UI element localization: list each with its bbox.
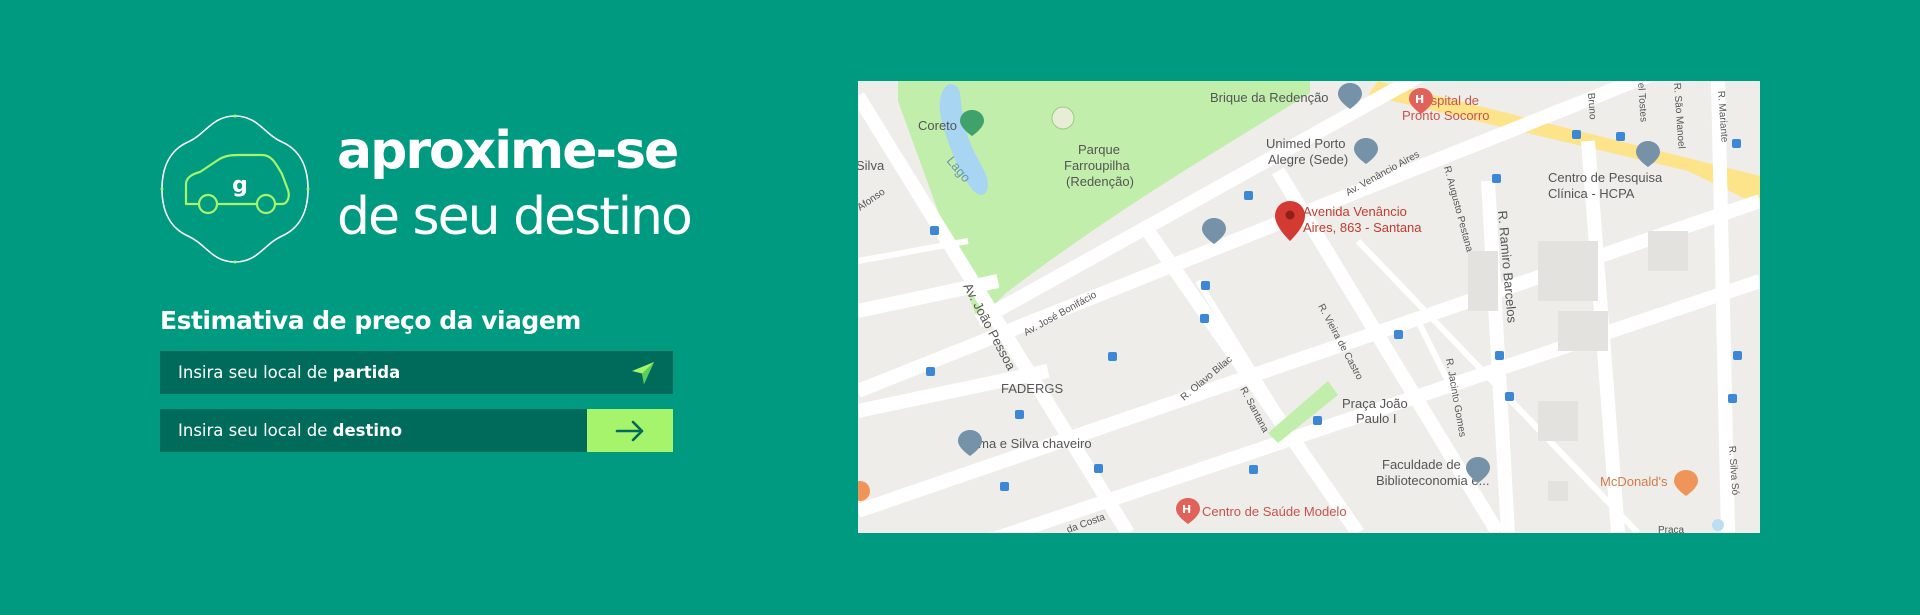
map-view[interactable]: Brique da Redenção Hospital de Pronto So… (858, 81, 1760, 533)
arrow-right-icon[interactable] (587, 409, 673, 452)
car-logo-icon: g (160, 114, 310, 264)
map-label-hospital-2: Pronto Socorro (1402, 108, 1489, 123)
marker-label-line-1: Avenida Venâncio (1303, 204, 1407, 219)
brand-logo: g (158, 112, 312, 266)
map-label-parque-1: Parque (1078, 142, 1120, 157)
headline-line-1: aproxime-se (337, 121, 679, 181)
headline-line-2: de seu destino (337, 187, 693, 247)
map-label-lima: Lima e Silva chaveiro (968, 436, 1092, 451)
map-label-fadergs: FADERGS (1001, 381, 1063, 396)
destination-input[interactable]: Insira seu local de destino (160, 409, 673, 452)
destination-prefix: Insira seu local de (178, 421, 333, 440)
headline: aproxime-se de seu destino (337, 118, 693, 250)
origin-input[interactable]: Insira seu local de partida (160, 351, 673, 394)
map-label-parque-3: (Redenção) (1066, 174, 1134, 189)
map-label-unimed-1: Unimed Porto (1266, 136, 1345, 151)
estimate-title: Estimativa de preço da viagem (160, 306, 581, 335)
destination-bold: destino (332, 421, 403, 440)
map-label-saude: Centro de Saúde Modelo (1202, 504, 1347, 519)
map-label-unimed-2: Alegre (Sede) (1268, 152, 1348, 167)
destination-placeholder: Insira seu local de destino (160, 421, 587, 440)
map-label-silva: Silva (858, 158, 885, 173)
map-label-praca-1: Praça João (1342, 396, 1408, 411)
svg-text:H: H (1182, 503, 1191, 516)
map-label-centro-2: Clínica - HCPA (1548, 186, 1635, 201)
map-label-faculdade-1: Faculdade de (1382, 457, 1461, 472)
map-label-praca-2: Paulo I (1356, 411, 1396, 426)
origin-bold: partida (332, 363, 401, 382)
map-label-bruno: Bruno (1585, 92, 1598, 120)
svg-text:H: H (1415, 93, 1424, 106)
locate-arrow-icon[interactable] (613, 351, 673, 394)
origin-placeholder: Insira seu local de partida (160, 363, 613, 382)
map-label-mcdonalds: McDonald's (1600, 474, 1668, 489)
origin-prefix: Insira seu local de (178, 363, 333, 382)
map-label-coreto: Coreto (918, 118, 957, 133)
map-label-parque-2: Farroupilha (1064, 158, 1131, 173)
map-label-brique: Brique da Redenção (1210, 90, 1329, 105)
marker-label-line-2: Aires, 863 - Santana (1303, 220, 1422, 235)
map-label-centro-1: Centro de Pesquisa (1548, 170, 1663, 185)
logo-letter: g (232, 173, 248, 198)
map-label-praca-small: Praça (1658, 525, 1685, 533)
